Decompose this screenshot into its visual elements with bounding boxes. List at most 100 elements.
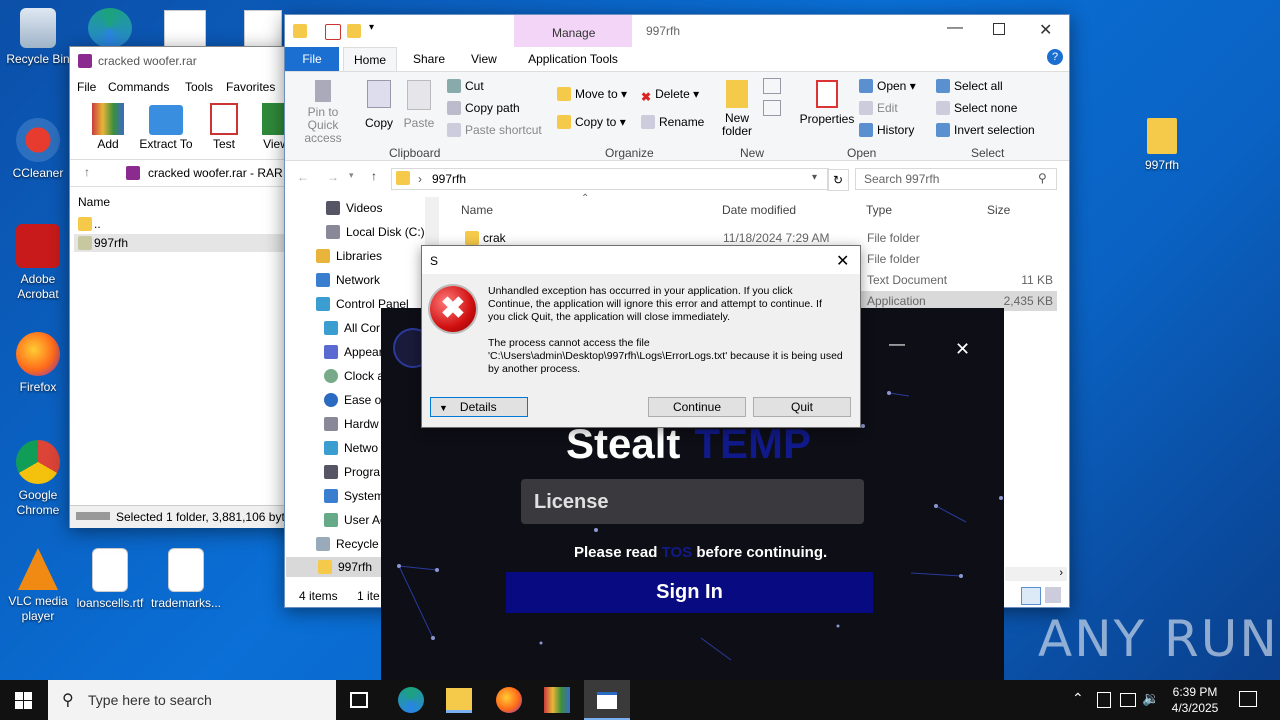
nav-item-system[interactable]: System (324, 489, 384, 503)
new-folder-icon[interactable] (347, 24, 361, 38)
winrar-menu-favorites[interactable]: Favorites (226, 80, 275, 94)
properties-button[interactable]: Properties (799, 80, 855, 126)
delete-button[interactable]: ✖ Delete ▾ (641, 87, 699, 104)
invert-selection-button[interactable]: Invert selection (936, 123, 1035, 137)
nav-item-all-control[interactable]: All Cor (324, 321, 380, 335)
nav-item-recycle-bin[interactable]: Recycle (316, 537, 379, 551)
new-item-icon[interactable] (763, 78, 781, 94)
file-explorer-taskbar-icon[interactable] (446, 688, 472, 713)
recent-locations-icon[interactable]: ▾ (349, 170, 354, 181)
maximize-icon[interactable] (993, 23, 1005, 35)
winrar-column-name[interactable]: Name (78, 195, 110, 209)
tab-home[interactable]: Home (343, 47, 397, 72)
task-view-icon[interactable] (350, 692, 368, 708)
nav-item-videos[interactable]: Videos (326, 201, 382, 215)
edit-button[interactable]: Edit (859, 101, 898, 115)
winrar-taskbar-icon[interactable] (544, 687, 570, 713)
column-date-modified[interactable]: Date modified (722, 203, 796, 217)
up-arrow-icon[interactable]: ↑ (84, 165, 90, 179)
tab-application-tools[interactable]: Application Tools (514, 47, 632, 71)
open-button[interactable]: Open ▾ (859, 79, 916, 93)
details-view-icon[interactable] (1021, 587, 1041, 605)
cut-button[interactable]: Cut (447, 79, 484, 93)
minimize-icon[interactable]: — (947, 19, 963, 37)
select-none-button[interactable]: Select none (936, 101, 1017, 115)
nav-item-hardware[interactable]: Hardw (324, 417, 379, 431)
nav-item-user-accounts[interactable]: User Ac (324, 513, 386, 527)
new-folder-button[interactable]: New folder (717, 80, 757, 138)
desktop-icon-loanscells[interactable]: loanscells.rtf (72, 548, 148, 611)
nav-item-clock[interactable]: Clock a (324, 369, 384, 383)
license-input[interactable]: License (521, 479, 864, 524)
notifications-icon[interactable] (1239, 691, 1257, 707)
easy-access-icon[interactable] (763, 100, 781, 116)
winrar-row-parent[interactable]: .. (74, 215, 310, 233)
winrar-path[interactable]: cracked woofer.rar - RAR a (148, 166, 293, 180)
horizontal-scrollbar[interactable]: › (1005, 567, 1067, 581)
up-arrow-icon[interactable]: ↑ (371, 169, 377, 183)
forward-arrow-icon[interactable]: → (327, 170, 339, 184)
desktop-icon-google-chrome[interactable]: Google Chrome (0, 440, 76, 518)
search-box[interactable]: Search 997rfh ⚲ (855, 168, 1057, 190)
taskbar-search-box[interactable]: ⚲ Type here to search (48, 680, 336, 720)
history-button[interactable]: History (859, 123, 914, 137)
edge-desktop-icon[interactable] (88, 8, 132, 48)
dialog-close-icon[interactable]: ✕ (836, 251, 849, 271)
column-name[interactable]: Name (461, 203, 493, 217)
tab-share[interactable]: Share (405, 47, 453, 71)
taskbar-clock[interactable]: 6:39 PM 4/3/2025 (1164, 684, 1226, 716)
quit-button[interactable]: Quit (753, 397, 851, 417)
nav-item-libraries[interactable]: Libraries (316, 249, 382, 263)
move-to-button[interactable]: Move to ▾ (557, 87, 627, 101)
properties-icon[interactable] (325, 24, 341, 40)
tray-device-icon[interactable] (1097, 692, 1111, 708)
tos-link[interactable]: TOS (662, 544, 693, 561)
copy-path-button[interactable]: Copy path (447, 101, 520, 115)
column-type[interactable]: Type (866, 203, 892, 217)
help-icon[interactable]: ? (1047, 49, 1063, 65)
winrar-row-997rfh[interactable]: 997rfh (74, 234, 310, 252)
winrar-menu-commands[interactable]: Commands (108, 80, 169, 94)
desktop-icon-ccleaner[interactable]: CCleaner (0, 118, 76, 181)
back-arrow-icon[interactable]: ← (297, 170, 309, 184)
sign-in-button[interactable]: Sign In (506, 572, 873, 613)
nav-item-local-disk[interactable]: Local Disk (C:) (326, 225, 425, 239)
address-bar[interactable]: › 997rfh ▾ (391, 168, 829, 190)
nav-item-programs[interactable]: Progra (324, 465, 380, 479)
address-dropdown-icon[interactable]: ▾ (812, 172, 817, 183)
nav-item-ease-of-access[interactable]: Ease of (324, 393, 385, 407)
winrar-menu-tools[interactable]: Tools (185, 80, 213, 94)
desktop-icon-997rfh[interactable]: 997rfh (1124, 118, 1200, 173)
copy-button[interactable]: Copy (363, 80, 395, 130)
volume-icon[interactable]: 🔉 (1142, 690, 1159, 707)
paste-shortcut-button[interactable]: Paste shortcut (447, 123, 542, 137)
nav-item-997rfh[interactable]: 997rfh (286, 557, 384, 577)
winrar-menu-file[interactable]: File (77, 80, 96, 94)
tab-file[interactable]: File (285, 47, 339, 71)
desktop-icon-firefox[interactable]: Firefox (0, 332, 76, 395)
nav-item-network[interactable]: Network (316, 273, 380, 287)
continue-button[interactable]: Continue (648, 397, 746, 417)
desktop-icon-vlc[interactable]: VLC media player (0, 548, 76, 624)
start-windows-icon[interactable] (15, 692, 32, 709)
tray-chevron-up-icon[interactable]: ⌃ (1072, 690, 1084, 707)
details-button[interactable]: ▼ Details (430, 397, 528, 417)
winrar-extract-button[interactable]: Extract To (136, 99, 196, 151)
desktop-icon-adobe-acrobat[interactable]: Adobe Acrobat (0, 224, 76, 302)
large-icons-view-icon[interactable] (1045, 587, 1061, 603)
nav-item-network-internet[interactable]: Netwo (324, 441, 378, 455)
copy-to-button[interactable]: Copy to ▾ (557, 115, 626, 129)
refresh-icon[interactable]: ↻ (827, 169, 849, 191)
column-size[interactable]: Size (987, 203, 1010, 217)
network-icon[interactable] (1120, 693, 1136, 707)
app-minimize-icon[interactable]: — (889, 336, 905, 354)
edge-taskbar-icon[interactable] (398, 687, 424, 713)
pin-quick-access-button[interactable]: Pin to Quick access (291, 80, 355, 145)
chevron-down-icon[interactable]: ▾ (369, 22, 374, 33)
winrar-test-button[interactable]: Test (202, 99, 246, 151)
app-close-icon[interactable]: ✕ (955, 339, 970, 360)
firefox-taskbar-icon[interactable] (496, 687, 522, 713)
close-icon[interactable]: ✕ (1039, 20, 1052, 40)
select-all-button[interactable]: Select all (936, 79, 1003, 93)
desktop-icon-trademarks[interactable]: trademarks... (148, 548, 224, 611)
